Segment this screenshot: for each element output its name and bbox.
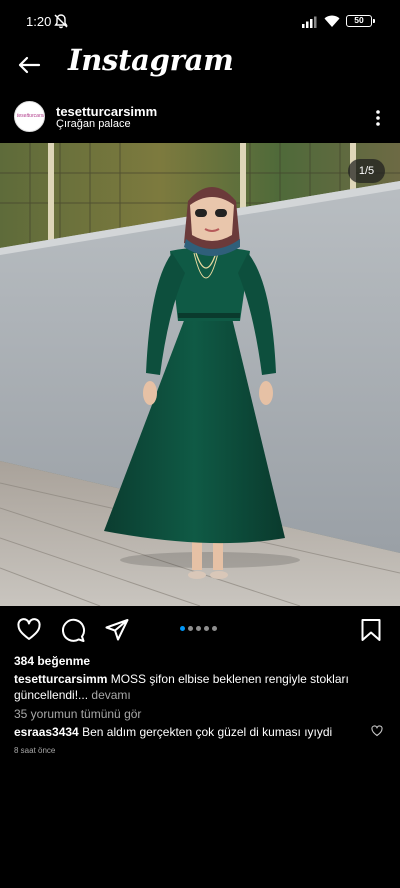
wifi-icon [324, 15, 340, 27]
comment-text: Ben aldım gerçekten çok güzel di kuması … [82, 725, 333, 739]
more-options-button[interactable] [374, 108, 382, 128]
share-button[interactable] [104, 617, 130, 643]
post-image[interactable]: 1/5 [0, 143, 400, 606]
carousel-dot-active [180, 626, 185, 631]
post-caption: tesetturcarsimm MOSS şifon elbise beklen… [14, 671, 386, 703]
battery-icon: 50 [346, 15, 375, 27]
save-button[interactable] [358, 617, 384, 643]
comment-button[interactable] [60, 617, 86, 643]
carousel-indicator [180, 626, 217, 632]
post-timestamp: 8 saat önce [14, 746, 56, 755]
post-username[interactable]: tesetturcarsimm [56, 104, 157, 119]
likes-count[interactable]: 384 beğenme [14, 654, 90, 668]
comment-like-heart-icon[interactable] [371, 725, 383, 737]
mute-icon [54, 14, 68, 29]
post-photo-illustration [0, 143, 400, 606]
back-button[interactable] [14, 50, 44, 80]
carousel-dot [196, 626, 201, 631]
brand-title: Instagram [68, 43, 234, 77]
avatar-logo-text: tesetturcarsim [17, 113, 44, 119]
carousel-dot [212, 626, 217, 631]
view-all-comments-link[interactable]: 35 yorumun tümünü gör [14, 707, 141, 721]
action-bar [0, 614, 400, 646]
comment-username[interactable]: esraas3434 [14, 725, 79, 739]
caption-username[interactable]: tesetturcarsimm [14, 672, 107, 686]
carousel-dot [204, 626, 209, 631]
carousel-dot [188, 626, 193, 631]
comment: esraas3434 Ben aldım gerçekten çok güzel… [14, 725, 364, 739]
signal-icon [302, 16, 317, 28]
post-header: tesetturcarsim tesetturcarsimm Çırağan p… [0, 96, 400, 140]
like-button[interactable] [16, 617, 42, 643]
avatar[interactable]: tesetturcarsim [14, 101, 45, 132]
status-bar: 1:20 50 [0, 0, 400, 42]
app-header: Instagram [0, 42, 400, 90]
post-location[interactable]: Çırağan palace [56, 118, 131, 130]
caption-more-link[interactable]: devamı [91, 688, 130, 702]
image-counter-badge: 1/5 [348, 159, 385, 183]
status-time: 1:20 [26, 14, 52, 29]
